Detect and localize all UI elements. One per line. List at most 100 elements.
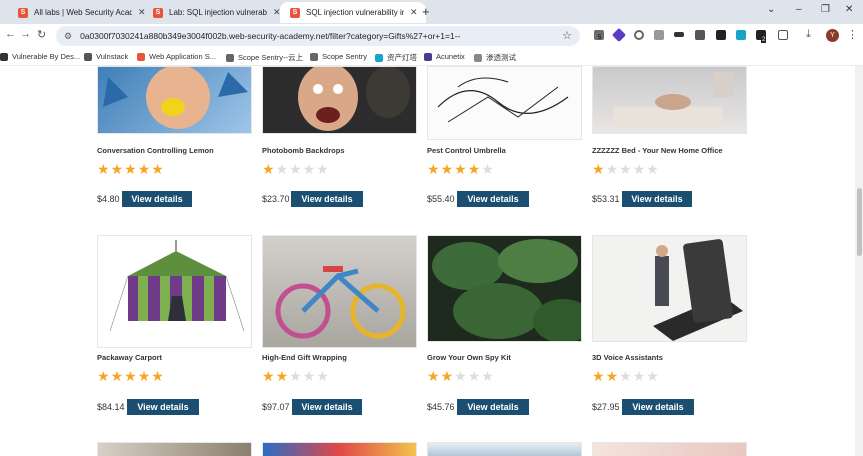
product-rating: ★ ★ ★ ★ ★	[427, 162, 495, 176]
bookmark-item[interactable]: Web Application S...	[137, 52, 216, 61]
star-empty-icon: ★	[289, 161, 302, 177]
maximize-button[interactable]: ❐	[821, 4, 830, 15]
address-bar[interactable]: ⚙ 0a0300f7030241a880b349e3004f002b.web-s…	[56, 26, 580, 46]
star-empty-icon: ★	[646, 368, 659, 384]
bookmark-icon	[310, 52, 318, 61]
extension-badge: 2	[761, 37, 767, 43]
new-tab-button[interactable]: +	[422, 4, 430, 19]
extension-icon[interactable]	[716, 30, 726, 40]
tab-all-labs[interactable]: S All labs | Web Security Acade ✕	[8, 2, 154, 23]
star-filled-icon: ★	[97, 161, 110, 177]
close-icon[interactable]: ✕	[410, 7, 418, 18]
bookmark-label: 渗透测试	[486, 53, 516, 62]
extension-icon[interactable]	[634, 30, 644, 40]
star-filled-icon: ★	[110, 368, 124, 384]
view-details-button[interactable]: View details	[127, 399, 199, 415]
window-close-button[interactable]: ✕	[845, 4, 853, 15]
star-empty-icon: ★	[481, 161, 494, 177]
star-filled-icon: ★	[454, 161, 467, 177]
lighthouse-icon	[375, 53, 383, 62]
star-empty-icon: ★	[646, 161, 659, 177]
page-content: Conversation Controlling Lemon ★ ★ ★ ★ ★ $4.…	[0, 66, 855, 456]
tab-search-button[interactable]: ⌄	[767, 4, 775, 15]
bookmark-label: Web Application S...	[149, 52, 216, 61]
star-filled-icon: ★	[137, 161, 151, 177]
bookmark-label: Vulnerable By Des...	[12, 52, 81, 61]
bookmark-item[interactable]: 渗透测试	[474, 52, 516, 63]
view-details-button[interactable]: View details	[122, 191, 192, 207]
star-empty-icon: ★	[619, 368, 632, 384]
bookmark-item[interactable]: Scope Sentry	[310, 52, 367, 61]
product-rating: ★ ★ ★ ★ ★	[592, 369, 660, 383]
tab-lab-sql-injection[interactable]: S Lab: SQL injection vulnerabili ✕	[143, 2, 289, 23]
star-filled-icon: ★	[151, 368, 164, 384]
product-price: $55.40	[427, 194, 455, 204]
tab-sql-injection-active[interactable]: S SQL injection vulnerability in ✕	[280, 2, 426, 23]
view-details-button[interactable]: View details	[457, 191, 529, 207]
tab-title: Lab: SQL injection vulnerabili	[169, 8, 267, 17]
reload-icon[interactable]: ↻	[37, 28, 46, 41]
product-image-gift-wrapping	[262, 235, 417, 348]
extension-badge: 5	[598, 35, 602, 41]
star-filled-icon: ★	[97, 368, 110, 384]
tab-title: All labs | Web Security Acade	[34, 8, 132, 17]
extension-icon[interactable]	[611, 27, 627, 43]
product-name: ZZZZZZ Bed - Your New Home Office	[592, 146, 723, 155]
download-icon[interactable]: ⤓	[806, 28, 811, 41]
star-filled-icon: ★	[262, 368, 275, 384]
product-name: Pest Control Umbrella	[427, 146, 506, 155]
product-name: Photobomb Backdrops	[262, 146, 345, 155]
star-empty-icon: ★	[481, 368, 494, 384]
bookmark-star-icon[interactable]: ☆	[562, 29, 572, 42]
view-details-button[interactable]: View details	[291, 191, 363, 207]
view-details-button[interactable]: View details	[457, 399, 529, 415]
star-filled-icon: ★	[151, 161, 164, 177]
product-image-voice-assistant	[592, 235, 747, 342]
bookmark-item[interactable]: Vulnerable By Des...	[0, 52, 80, 61]
extension-icon[interactable]	[736, 30, 746, 40]
bookmark-item[interactable]: Scope Sentry--云上	[226, 52, 303, 63]
view-details-button[interactable]: View details	[622, 399, 694, 415]
star-empty-icon: ★	[275, 161, 289, 177]
portswigger-icon: S	[290, 7, 300, 18]
star-empty-icon: ★	[632, 161, 646, 177]
bookmark-item[interactable]: Acunetix	[424, 52, 465, 61]
product-price: $23.70	[262, 194, 290, 204]
scrollbar-thumb[interactable]	[857, 188, 862, 256]
extension-icon[interactable]	[695, 30, 705, 40]
star-filled-icon: ★	[427, 161, 440, 177]
star-filled-icon: ★	[262, 161, 275, 177]
star-filled-icon: ★	[137, 368, 151, 384]
star-filled-icon: ★	[592, 161, 605, 177]
bookmark-item[interactable]: 资产灯塔	[375, 52, 417, 63]
site-info-icon[interactable]: ⚙	[64, 31, 72, 42]
menu-icon[interactable]: ⋮	[847, 28, 858, 41]
product-name: Grow Your Own Spy Kit	[427, 353, 511, 362]
scrollbar-track[interactable]	[855, 66, 863, 456]
back-icon[interactable]: ←	[5, 28, 16, 40]
star-empty-icon: ★	[302, 161, 316, 177]
bookmark-icon	[0, 52, 8, 61]
star-filled-icon: ★	[467, 161, 481, 177]
view-details-button[interactable]: View details	[292, 399, 362, 415]
portswigger-icon: S	[18, 7, 28, 18]
star-filled-icon: ★	[592, 368, 605, 384]
view-details-button[interactable]: View details	[622, 191, 692, 207]
bookmark-icon	[226, 53, 234, 62]
extension-icon[interactable]	[654, 30, 664, 40]
product-rating: ★ ★ ★ ★ ★	[427, 369, 495, 383]
bookmark-item[interactable]: Vulnstack	[84, 52, 128, 61]
product-name: 3D Voice Assistants	[592, 353, 663, 362]
extensions-puzzle-icon[interactable]	[778, 30, 788, 40]
minimize-button[interactable]: –	[796, 4, 802, 15]
profile-avatar[interactable]: Y	[826, 29, 839, 42]
forward-icon[interactable]: →	[20, 28, 31, 40]
bookmark-label: 资产灯塔	[387, 53, 417, 62]
star-filled-icon: ★	[275, 368, 289, 384]
bookmark-icon	[84, 52, 92, 61]
acunetix-icon	[424, 52, 432, 61]
extension-icon[interactable]	[674, 32, 684, 37]
star-filled-icon: ★	[427, 368, 440, 384]
product-price: $45.76	[427, 402, 455, 412]
star-filled-icon: ★	[440, 368, 454, 384]
